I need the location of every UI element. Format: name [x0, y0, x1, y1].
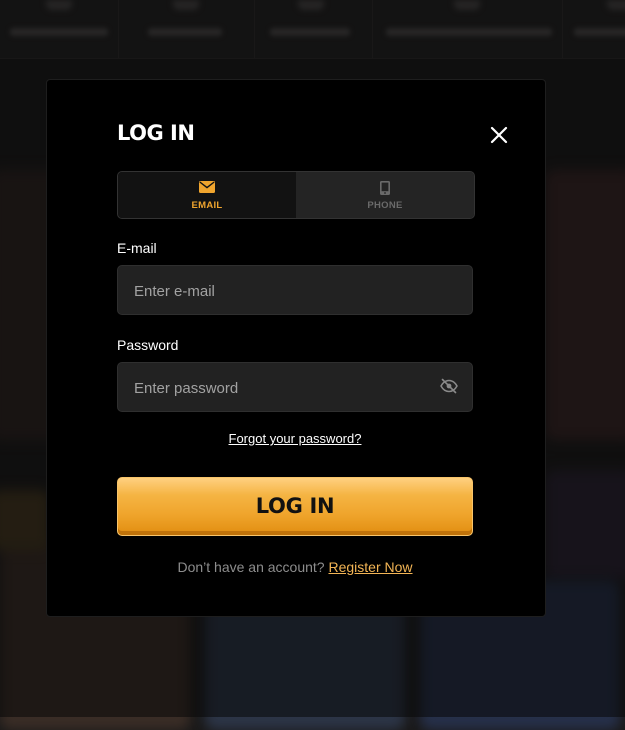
envelope-icon — [199, 181, 215, 193]
eye-slash-icon[interactable] — [440, 378, 458, 399]
register-now-link[interactable]: Register Now — [328, 559, 412, 575]
close-icon[interactable] — [490, 126, 508, 144]
tab-phone-label: PHONE — [367, 200, 403, 211]
password-label: Password — [117, 337, 179, 353]
modal-title: LOG IN — [117, 121, 195, 145]
tab-phone[interactable]: PHONE — [296, 172, 474, 218]
email-label: E-mail — [117, 240, 157, 256]
register-prompt-text: Don’t have an account? — [177, 559, 325, 575]
tab-email[interactable]: EMAIL — [118, 172, 297, 218]
password-field-box — [117, 362, 473, 413]
login-method-switch: EMAIL PHONE — [117, 171, 475, 219]
login-button-label: LOG IN — [255, 494, 335, 518]
email-field[interactable] — [132, 266, 426, 316]
register-prompt-line: Don’t have an account? Register Now — [117, 559, 473, 575]
forgot-password-link[interactable]: Forgot your password? — [117, 431, 473, 446]
phone-icon — [380, 181, 390, 195]
password-field[interactable] — [132, 363, 426, 413]
login-modal: LOG IN EMAIL PHONE E-mail Password — [46, 79, 546, 617]
tab-email-label: EMAIL — [191, 200, 223, 211]
login-button[interactable]: LOG IN — [117, 477, 473, 536]
email-field-box — [117, 265, 473, 316]
